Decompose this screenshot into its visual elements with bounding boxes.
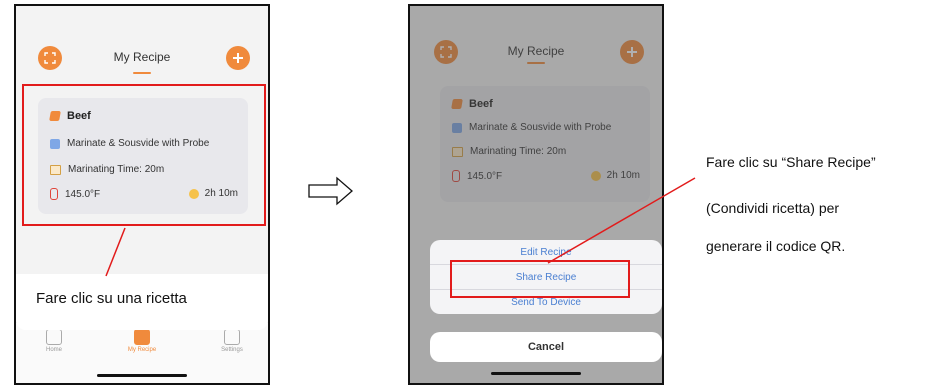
cancel-button[interactable]: Cancel — [430, 332, 662, 362]
tab-my-recipe-label: My Recipe — [127, 347, 157, 353]
home-icon — [46, 329, 62, 345]
highlight-recipe-card — [22, 84, 266, 226]
tab-home[interactable]: Home — [24, 329, 84, 353]
caption-text: Fare clic su una ricetta — [36, 290, 187, 307]
tab-home-label: Home — [45, 347, 62, 353]
plus-icon — [233, 53, 243, 63]
title-underline — [133, 72, 151, 74]
app-header: My Recipe — [16, 6, 268, 78]
instruction-line-2: (Condividi ricetta) per — [706, 200, 840, 216]
right-arrow-icon — [308, 176, 353, 206]
home-indicator — [97, 374, 187, 377]
tab-my-recipe[interactable]: My Recipe — [112, 329, 172, 353]
instruction-line-1: Fare clic su “Share Recipe” — [706, 154, 876, 170]
tab-settings-label: Settings — [221, 347, 243, 353]
phone-screen-recipe-list: My Recipe Beef Marinate & Sousvide with … — [14, 4, 270, 385]
tab-settings[interactable]: Settings — [202, 329, 262, 353]
dim-overlay — [410, 6, 662, 383]
add-recipe-button[interactable] — [226, 46, 250, 70]
instruction-line-3: generare il codice QR. — [706, 238, 846, 254]
recipe-book-icon — [134, 329, 150, 345]
settings-icon — [224, 329, 240, 345]
highlight-share-recipe — [450, 260, 630, 298]
phone-screen-action-sheet: My Recipe Beef Marinate & Sousvide with … — [408, 4, 664, 385]
home-indicator — [491, 372, 581, 375]
tab-bar: Home My Recipe Settings — [16, 322, 268, 383]
